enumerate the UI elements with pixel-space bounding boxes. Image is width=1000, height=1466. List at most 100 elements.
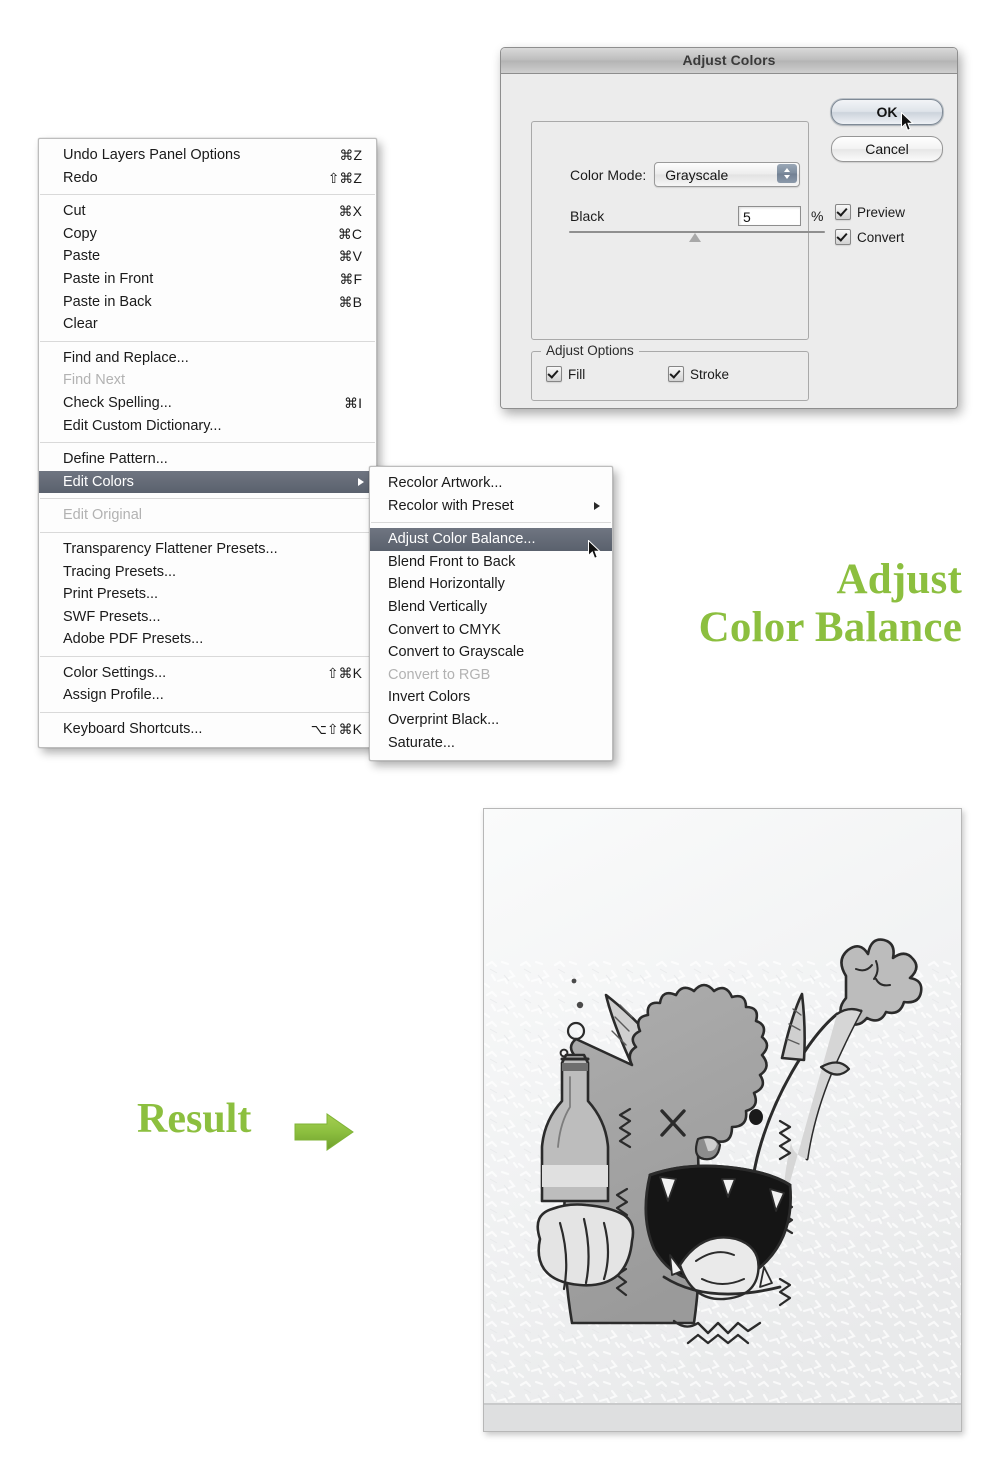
menu-item-copy[interactable]: Copy ⌘C: [39, 223, 376, 246]
menu-item-label: Color Settings...: [63, 664, 167, 681]
menu-item-assign-profile[interactable]: Assign Profile...: [39, 684, 376, 707]
menu-item-paste[interactable]: Paste ⌘V: [39, 245, 376, 268]
submenu-item-invert-colors[interactable]: Invert Colors: [370, 686, 612, 709]
convert-checkbox-item[interactable]: Convert: [835, 229, 905, 245]
menu-item-label: Edit Colors: [63, 473, 134, 490]
menu-item-shortcut: ⇧⌘Z: [327, 169, 362, 186]
cancel-button[interactable]: Cancel: [831, 136, 943, 162]
annotation-line-2: Color Balance: [698, 604, 962, 652]
submenu-item-recolor-with-preset[interactable]: Recolor with Preset: [370, 495, 612, 518]
menu-item-clear[interactable]: Clear: [39, 313, 376, 336]
menu-item-label: Redo: [63, 169, 98, 186]
menu-group: Cut ⌘X Copy ⌘C Paste ⌘V Paste in Front ⌘…: [39, 200, 376, 336]
menu-item-label: Print Presets...: [63, 586, 159, 603]
menu-item-label: Blend Horizontally: [388, 576, 505, 593]
submenu-item-overprint-black[interactable]: Overprint Black...: [370, 709, 612, 732]
color-mode-group: Color Mode: Grayscale Black 5 %: [531, 121, 825, 340]
color-mode-select[interactable]: Grayscale: [654, 162, 801, 187]
dialog-title: Adjust Colors: [501, 48, 957, 74]
menu-item-shortcut: ⌘X: [338, 203, 362, 220]
menu-separator: [40, 655, 375, 657]
stroke-checkbox-item[interactable]: Stroke: [668, 366, 729, 382]
submenu-item-convert-to-grayscale[interactable]: Convert to Grayscale: [370, 641, 612, 664]
menu-item-color-settings[interactable]: Color Settings... ⇧⌘K: [39, 662, 376, 685]
menu-item-find-and-replace[interactable]: Find and Replace...: [39, 347, 376, 370]
menu-item-cut[interactable]: Cut ⌘X: [39, 200, 376, 223]
menu-item-label: Blend Vertically: [388, 598, 488, 615]
menu-item-print-presets[interactable]: Print Presets...: [39, 583, 376, 606]
menu-item-label: Blend Front to Back: [388, 553, 516, 570]
percent-label: %: [811, 208, 824, 224]
menu-item-shortcut: ⌘V: [338, 248, 362, 265]
result-annotation: Result: [137, 1096, 252, 1142]
dialog-body: Color Mode: Grayscale Black 5 % Adjust O…: [501, 74, 957, 408]
menu-item-label: Undo Layers Panel Options: [63, 147, 241, 163]
menu-item-shortcut: ⌘B: [338, 293, 362, 310]
submenu-item-adjust-color-balance[interactable]: Adjust Color Balance...: [370, 528, 612, 551]
preview-checkbox-item[interactable]: Preview: [835, 204, 905, 220]
menu-item-label: Paste in Front: [63, 270, 154, 287]
color-mode-value: Grayscale: [665, 166, 729, 183]
menu-item-paste-in-back[interactable]: Paste in Back ⌘B: [39, 291, 376, 314]
menu-separator: [371, 522, 611, 524]
edit-menu[interactable]: Undo Layers Panel Options ⌘Z Redo ⇧⌘Z Cu…: [38, 138, 377, 748]
menu-group: Transparency Flattener Presets... Tracin…: [39, 538, 376, 651]
annotation-line-1: Adjust: [836, 556, 962, 603]
ok-button[interactable]: OK: [831, 99, 943, 125]
preview-label: Preview: [857, 204, 906, 220]
menu-item-redo[interactable]: Redo ⇧⌘Z: [39, 167, 376, 190]
submenu-item-blend-horizontally[interactable]: Blend Horizontally: [370, 573, 612, 596]
menu-group: Define Pattern... Edit Colors: [39, 448, 376, 494]
menu-item-shortcut: ⌥⇧⌘K: [310, 721, 362, 738]
menu-item-find-next: Find Next: [39, 369, 376, 392]
slider-thumb[interactable]: [689, 233, 701, 242]
menu-item-label: Clear: [63, 316, 98, 333]
menu-item-define-pattern[interactable]: Define Pattern...: [39, 448, 376, 471]
menu-item-label: Find and Replace...: [63, 349, 189, 366]
menu-item-label: Copy: [63, 225, 97, 242]
fill-checkbox-item[interactable]: Fill: [546, 366, 668, 382]
menu-group: Find and Replace... Find Next Check Spel…: [39, 347, 376, 437]
menu-item-edit-custom-dictionary[interactable]: Edit Custom Dictionary...: [39, 415, 376, 438]
menu-item-label: Cut: [63, 203, 86, 220]
preview-checkbox[interactable]: [835, 204, 851, 220]
menu-item-label: Assign Profile...: [63, 687, 164, 704]
menu-item-label: Adobe PDF Presets...: [63, 631, 204, 648]
menu-item-label: Keyboard Shortcuts...: [63, 721, 203, 738]
stroke-checkbox[interactable]: [668, 366, 684, 382]
menu-separator: [40, 442, 375, 444]
stepper-arrows-icon[interactable]: [777, 164, 798, 183]
menu-item-label: Tracing Presets...: [63, 563, 177, 580]
menu-item-tracing-presets[interactable]: Tracing Presets...: [39, 561, 376, 584]
black-input[interactable]: 5: [738, 206, 801, 226]
black-slider[interactable]: [569, 231, 825, 245]
menu-item-undo[interactable]: Undo Layers Panel Options ⌘Z: [39, 144, 376, 167]
adjust-colors-dialog: Adjust Colors Color Mode: Grayscale Blac…: [500, 47, 958, 409]
menu-item-keyboard-shortcuts[interactable]: Keyboard Shortcuts... ⌥⇧⌘K: [39, 718, 376, 741]
menu-item-shortcut: ⌘F: [339, 270, 362, 287]
menu-item-label: Overprint Black...: [388, 711, 500, 728]
fill-checkbox[interactable]: [546, 366, 562, 382]
menu-item-paste-in-front[interactable]: Paste in Front ⌘F: [39, 268, 376, 291]
submenu-item-blend-front-to-back[interactable]: Blend Front to Back: [370, 551, 612, 574]
edit-colors-submenu[interactable]: Recolor Artwork... Recolor with Preset A…: [369, 466, 613, 762]
menu-item-edit-colors[interactable]: Edit Colors: [39, 470, 376, 494]
menu-separator: [40, 531, 375, 533]
submenu-item-recolor-artwork[interactable]: Recolor Artwork...: [370, 472, 612, 495]
submenu-item-convert-to-cmyk[interactable]: Convert to CMYK: [370, 619, 612, 642]
submenu-item-blend-vertically[interactable]: Blend Vertically: [370, 596, 612, 619]
menu-group: Color Settings... ⇧⌘K Assign Profile...: [39, 662, 376, 707]
menu-item-adobe-pdf-presets[interactable]: Adobe PDF Presets...: [39, 628, 376, 651]
menu-item-edit-original: Edit Original: [39, 504, 376, 527]
menu-group: Keyboard Shortcuts... ⌥⇧⌘K: [39, 718, 376, 741]
menu-item-label: Check Spelling...: [63, 394, 172, 411]
convert-checkbox[interactable]: [835, 229, 851, 245]
stroke-label: Stroke: [690, 366, 730, 382]
menu-group: Recolor Artwork... Recolor with Preset: [370, 472, 612, 517]
menu-item-transparency-flattener-presets[interactable]: Transparency Flattener Presets...: [39, 538, 376, 561]
color-mode-row: Color Mode: Grayscale: [570, 162, 801, 187]
submenu-item-saturate[interactable]: Saturate...: [370, 732, 612, 755]
menu-item-check-spelling[interactable]: Check Spelling... ⌘I: [39, 392, 376, 415]
dialog-buttons: OK Cancel: [831, 99, 943, 173]
menu-item-swf-presets[interactable]: SWF Presets...: [39, 606, 376, 629]
